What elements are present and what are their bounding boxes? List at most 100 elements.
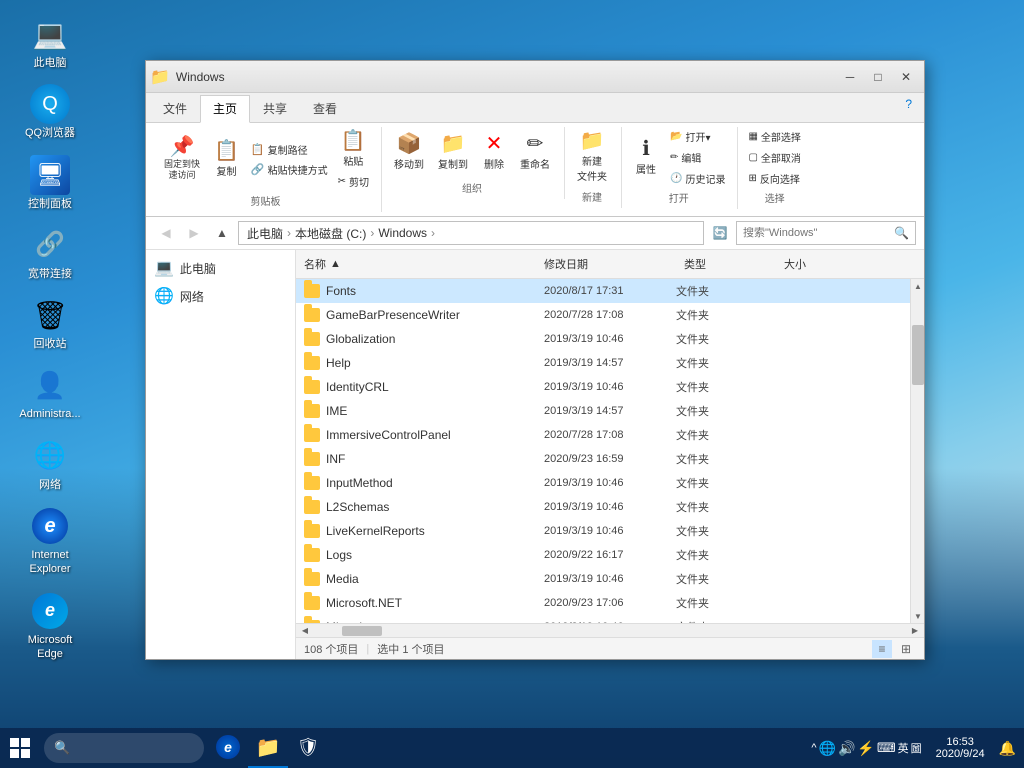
forward-button[interactable]: ▶ — [182, 221, 206, 245]
rename-button[interactable]: ✏ 重命名 — [514, 130, 556, 175]
history-icon: 🕐 — [670, 173, 682, 184]
file-name-cell: Help — [296, 356, 536, 370]
desktop-icon-control-panel[interactable]: 🖥 控制面板 — [10, 151, 90, 215]
file-row[interactable]: GameBarPresenceWriter 2020/7/28 17:08 文件… — [296, 303, 910, 327]
organize-group: 📦 移动到 📁 复制到 ✕ 删除 ✏ 重命名 — [384, 127, 565, 199]
desktop-icon-recycle[interactable]: 🗑 回收站 — [10, 291, 90, 355]
h-scroll-thumb[interactable] — [342, 626, 382, 636]
select-none-button[interactable]: ▢ 全部取消 — [744, 148, 804, 167]
file-row[interactable]: IME 2019/3/19 14:57 文件夹 — [296, 399, 910, 423]
invert-select-button[interactable]: ⊞ 反向选择 — [744, 169, 804, 188]
scroll-thumb[interactable] — [912, 325, 924, 385]
scroll-down-button[interactable]: ▼ — [911, 609, 924, 623]
start-button[interactable] — [0, 728, 40, 768]
file-row[interactable]: Microsoft.NET 2020/9/23 17:06 文件夹 — [296, 591, 910, 615]
desktop-icon-this-pc[interactable]: 💻 此电脑 — [10, 10, 90, 74]
clipboard-items: 📌 固定到快速访问 📋 复制 📋 复制路径 — [158, 127, 373, 191]
maximize-button[interactable]: □ — [864, 63, 892, 91]
file-row[interactable]: L2Schemas 2019/3/19 10:46 文件夹 — [296, 495, 910, 519]
system-tray: ^ 🌐 🔊 ⚡ ⌨ 英 圙 — [811, 740, 921, 757]
col-header-name[interactable]: 名称 ▲ — [296, 254, 536, 274]
tab-file[interactable]: 文件 — [150, 95, 200, 122]
path-segment-windows: Windows — [378, 226, 427, 240]
details-view-button[interactable]: ≡ — [872, 640, 892, 658]
open-button[interactable]: 📂 打开▾ — [666, 127, 729, 146]
nav-item-this-pc[interactable]: 💻 此电脑 — [146, 254, 295, 282]
help-button[interactable]: ? — [897, 93, 920, 122]
pin-quick-access-button[interactable]: 📌 固定到快速访问 — [158, 133, 206, 185]
paste-shortcut-button[interactable]: 🔗 粘贴快捷方式 — [247, 160, 332, 179]
desktop-icon-ie[interactable]: e InternetExplorer — [10, 502, 90, 581]
new-items: 📁 新建文件夹 — [571, 127, 613, 187]
paste-button[interactable]: 📋 粘贴 — [334, 127, 373, 172]
edit-button[interactable]: ✏ 编辑 — [666, 148, 729, 167]
desktop-icon-network[interactable]: 🌐 网络 — [10, 432, 90, 496]
desktop-icons: 💻 此电脑 Q QQ浏览器 🖥 控制面板 🔗 宽带连接 🗑 回收站 👤 Admi… — [10, 10, 90, 665]
tray-network-icon: 🌐 — [819, 740, 836, 757]
new-folder-button[interactable]: 📁 新建文件夹 — [571, 127, 613, 187]
tab-home[interactable]: 主页 — [200, 95, 250, 123]
file-row[interactable]: Fonts 2020/8/17 17:31 文件夹 — [296, 279, 910, 303]
selected-count: 选中 1 个项目 — [377, 641, 444, 657]
up-button[interactable]: ▲ — [210, 221, 234, 245]
file-row[interactable]: IdentityCRL 2019/3/19 10:46 文件夹 — [296, 375, 910, 399]
scroll-up-button[interactable]: ▲ — [911, 279, 924, 293]
file-row[interactable]: Migration 2019/3/19 10:46 文件夹 — [296, 615, 910, 623]
copy-to-button[interactable]: 📁 复制到 — [432, 130, 474, 175]
tray-language-label[interactable]: 英 — [898, 740, 909, 756]
file-row[interactable]: ImmersiveControlPanel 2020/7/28 17:08 文件… — [296, 423, 910, 447]
taskbar-ie-app[interactable]: e — [208, 728, 248, 768]
file-row[interactable]: Logs 2020/9/22 16:17 文件夹 — [296, 543, 910, 567]
select-all-button[interactable]: ▦ 全部选择 — [744, 127, 804, 146]
status-bar: 108 个项目 | 选中 1 个项目 ≡ ⊞ — [296, 637, 924, 659]
scroll-left-button[interactable]: ◀ — [298, 625, 312, 637]
desktop-icon-broadband[interactable]: 🔗 宽带连接 — [10, 221, 90, 285]
file-row[interactable]: INF 2020/9/23 16:59 文件夹 — [296, 447, 910, 471]
col-header-size[interactable]: 大小 — [776, 254, 856, 274]
tab-share[interactable]: 共享 — [250, 95, 300, 122]
taskbar-explorer-icon: 📁 — [256, 735, 281, 760]
desktop-icon-qq[interactable]: Q QQ浏览器 — [10, 80, 90, 144]
ribbon-tabs: 文件 主页 共享 查看 ? — [146, 93, 924, 123]
close-button[interactable]: ✕ — [892, 63, 920, 91]
file-name-cell: LiveKernelReports — [296, 524, 536, 538]
file-list-with-scroll: Fonts 2020/8/17 17:31 文件夹 GameBarPresenc… — [296, 279, 924, 623]
cut-button[interactable]: ✂ 剪切 — [334, 172, 373, 191]
file-row[interactable]: Globalization 2019/3/19 10:46 文件夹 — [296, 327, 910, 351]
taskbar-clock[interactable]: 16:53 2020/9/24 — [930, 734, 991, 762]
file-row[interactable]: Media 2019/3/19 10:46 文件夹 — [296, 567, 910, 591]
file-type-cell: 文件夹 — [676, 355, 776, 371]
col-header-type[interactable]: 类型 — [676, 254, 776, 274]
desktop-icon-admin[interactable]: 👤 Administra... — [10, 361, 90, 425]
desktop-icon-edge[interactable]: e MicrosoftEdge — [10, 587, 90, 666]
minimize-button[interactable]: ─ — [836, 63, 864, 91]
taskbar-search-box[interactable]: 🔍 — [44, 733, 204, 763]
delete-button[interactable]: ✕ 删除 — [476, 130, 512, 175]
file-row[interactable]: Help 2019/3/19 14:57 文件夹 — [296, 351, 910, 375]
main-area: 💻 此电脑 🌐 网络 名称 ▲ 修改日期 — [146, 250, 924, 659]
taskbar-explorer-app[interactable]: 📁 — [248, 728, 288, 768]
taskbar-shield-app[interactable]: 🛡 — [288, 728, 328, 768]
nav-item-network[interactable]: 🌐 网络 — [146, 282, 295, 310]
address-path-bar[interactable]: 此电脑 › 本地磁盘 (C:) › Windows › — [238, 221, 704, 245]
back-button[interactable]: ◀ — [154, 221, 178, 245]
refresh-button[interactable]: 🔄 — [708, 221, 732, 245]
move-to-button[interactable]: 📦 移动到 — [388, 130, 430, 175]
tray-chevron-icon[interactable]: ^ — [811, 742, 816, 754]
history-button[interactable]: 🕐 历史记录 — [666, 169, 729, 188]
search-input[interactable] — [743, 227, 894, 239]
scroll-right-button[interactable]: ▶ — [908, 625, 922, 637]
large-icons-view-button[interactable]: ⊞ — [896, 640, 916, 658]
file-row[interactable]: LiveKernelReports 2019/3/19 10:46 文件夹 — [296, 519, 910, 543]
view-buttons: ≡ ⊞ — [872, 640, 916, 658]
tab-view[interactable]: 查看 — [300, 95, 350, 122]
col-header-date[interactable]: 修改日期 — [536, 254, 676, 274]
tray-notification-icon[interactable]: 🔔 — [999, 740, 1016, 757]
properties-button[interactable]: ℹ 属性 — [628, 135, 664, 180]
paste-icon: 📋 — [341, 131, 366, 151]
search-icon[interactable]: 🔍 — [894, 226, 909, 240]
broadband-label: 宽带连接 — [28, 267, 72, 281]
file-row[interactable]: InputMethod 2019/3/19 10:46 文件夹 — [296, 471, 910, 495]
copy-button[interactable]: 📋 复制 — [208, 137, 245, 182]
copy-path-button[interactable]: 📋 复制路径 — [247, 140, 332, 159]
